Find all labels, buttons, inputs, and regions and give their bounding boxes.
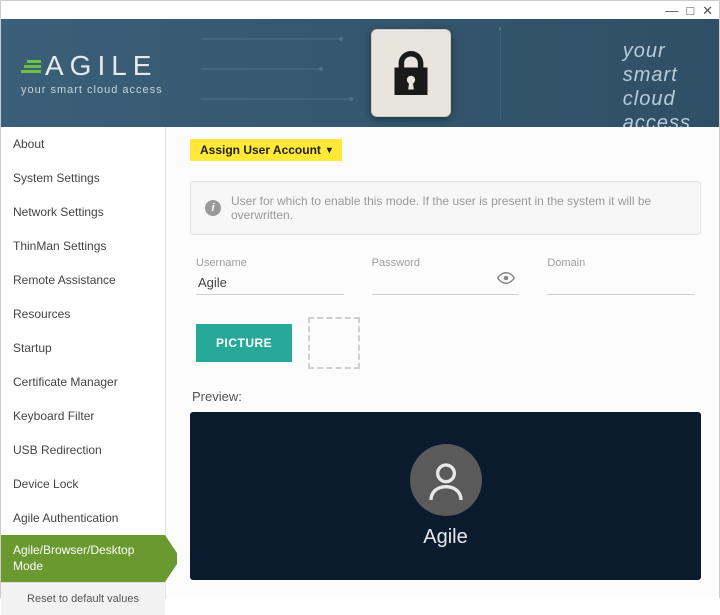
info-message: i User for which to enable this mode. If… — [190, 181, 701, 235]
main-panel: Assign User Account ▾ i User for which t… — [166, 127, 719, 599]
password-label: Password — [372, 257, 520, 269]
preview-label: Preview: — [190, 389, 701, 404]
circuit-decoration — [201, 19, 501, 127]
logo-bars-icon — [21, 60, 41, 73]
sidebar-item-remote-assistance[interactable]: Remote Assistance — [1, 263, 165, 297]
chevron-down-icon: ▾ — [327, 145, 332, 156]
sidebar-item-resources[interactable]: Resources — [1, 297, 165, 331]
close-button[interactable]: ✕ — [702, 4, 713, 17]
sidebar-item-agile-authentication[interactable]: Agile Authentication — [1, 501, 165, 535]
avatar-icon — [410, 444, 482, 516]
domain-input[interactable] — [547, 271, 695, 295]
preview-box: Agile — [190, 412, 701, 580]
info-icon: i — [205, 200, 221, 216]
sidebar-item-network-settings[interactable]: Network Settings — [1, 195, 165, 229]
picture-placeholder[interactable] — [308, 317, 360, 369]
assign-user-label: Assign User Account — [200, 143, 321, 157]
sidebar-item-startup[interactable]: Startup — [1, 331, 165, 365]
sidebar-item-about[interactable]: About — [1, 127, 165, 161]
settings-sidebar: About System Settings Network Settings T… — [1, 127, 166, 599]
header-tagline: your smart cloud access — [623, 39, 691, 127]
username-label: Username — [196, 257, 344, 269]
eye-icon[interactable] — [497, 271, 515, 289]
app-header: AGILE your smart cloud access your smart… — [1, 19, 719, 127]
brand-logo: AGILE — [21, 50, 163, 82]
minimize-button[interactable]: — — [665, 4, 678, 17]
sidebar-item-certificate-manager[interactable]: Certificate Manager — [1, 365, 165, 399]
password-field-group: Password — [372, 257, 520, 295]
sidebar-item-thinman-settings[interactable]: ThinMan Settings — [1, 229, 165, 263]
sidebar-item-usb-redirection[interactable]: USB Redirection — [1, 433, 165, 467]
sidebar-item-keyboard-filter[interactable]: Keyboard Filter — [1, 399, 165, 433]
maximize-button[interactable]: □ — [686, 4, 694, 17]
username-field-group: Username — [196, 257, 344, 295]
brand-tagline: your smart cloud access — [21, 84, 163, 96]
info-text: User for which to enable this mode. If t… — [231, 194, 686, 222]
sidebar-item-device-lock[interactable]: Device Lock — [1, 467, 165, 501]
picture-button[interactable]: PICTURE — [196, 324, 292, 362]
sidebar-item-system-settings[interactable]: System Settings — [1, 161, 165, 195]
assign-user-account-dropdown[interactable]: Assign User Account ▾ — [190, 139, 342, 161]
lock-badge-icon — [371, 29, 451, 117]
username-input[interactable] — [196, 271, 344, 295]
reset-defaults-button[interactable]: Reset to default values — [1, 582, 165, 615]
domain-field-group: Domain — [547, 257, 695, 295]
sidebar-item-agile-browser-desktop-mode[interactable]: Agile/Browser/Desktop Mode — [1, 535, 165, 582]
window-titlebar: — □ ✕ — [1, 1, 719, 19]
preview-username: Agile — [423, 526, 467, 549]
domain-label: Domain — [547, 257, 695, 269]
